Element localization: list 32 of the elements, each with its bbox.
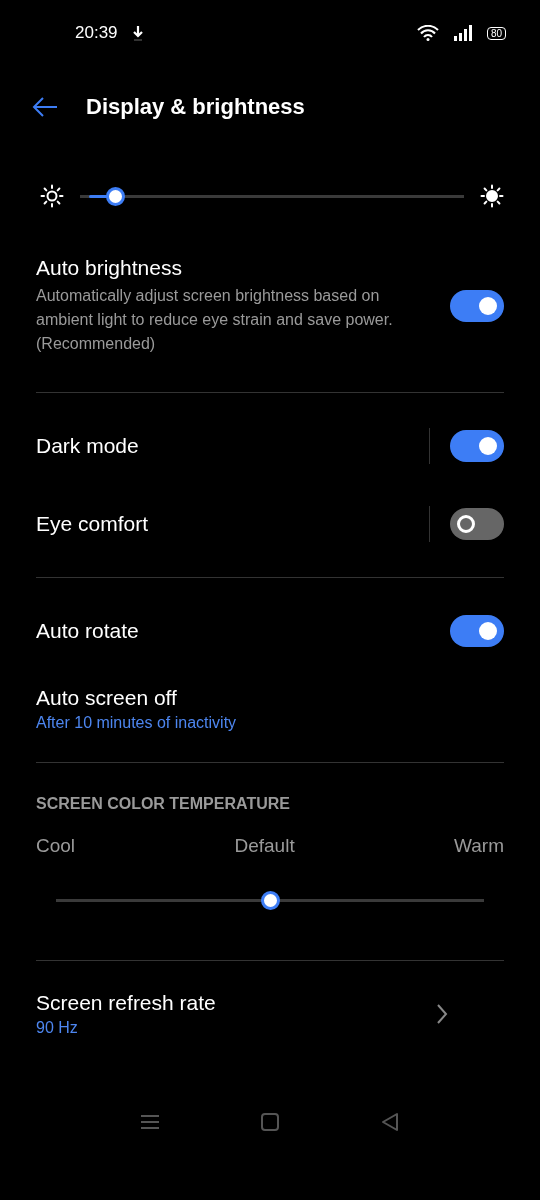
battery-level: 80 [486, 26, 506, 40]
setting-title: Auto rotate [36, 619, 140, 643]
home-icon[interactable] [260, 1111, 280, 1132]
toggle-switch[interactable] [450, 430, 504, 462]
signal-icon [452, 25, 473, 41]
temperature-label: Cool [36, 835, 76, 857]
setting-value: 90 Hz [36, 1019, 79, 1037]
slider-thumb[interactable] [105, 186, 125, 206]
back-icon[interactable] [380, 1111, 400, 1132]
page-title: Display & brightness [86, 94, 305, 120]
setting-title: Eye comfort [36, 512, 150, 536]
toggle-switch[interactable] [450, 615, 504, 647]
slider-thumb[interactable] [261, 891, 280, 910]
setting-title: Screen refresh rate [36, 991, 217, 1015]
back-button[interactable] [32, 97, 58, 117]
menu-icon[interactable] [140, 1113, 160, 1130]
setting-title: Dark mode [36, 434, 140, 458]
brightness-icon [40, 184, 64, 208]
setting-description: Automatically adjust screen brightness based on ambient light to reduce eye strain and save power. (Recommended) [36, 286, 394, 354]
section-heading: SCREEN COLOR TEMPERATURE [35, 794, 291, 813]
setting-title: Auto screen off [36, 686, 178, 710]
download-icon [131, 25, 144, 41]
chevron-right-icon [436, 1003, 448, 1025]
temperature-label: Warm [454, 835, 504, 857]
wifi-icon [416, 25, 439, 41]
toggle-switch[interactable] [450, 290, 504, 322]
setting-title: Auto brightness [36, 256, 183, 280]
brightness-icon [480, 184, 504, 208]
setting-value: After 10 minutes of inactivity [36, 714, 238, 732]
toggle-switch[interactable] [450, 508, 504, 540]
status-time: 20:39 [75, 23, 118, 43]
temperature-label: Default [234, 835, 295, 857]
